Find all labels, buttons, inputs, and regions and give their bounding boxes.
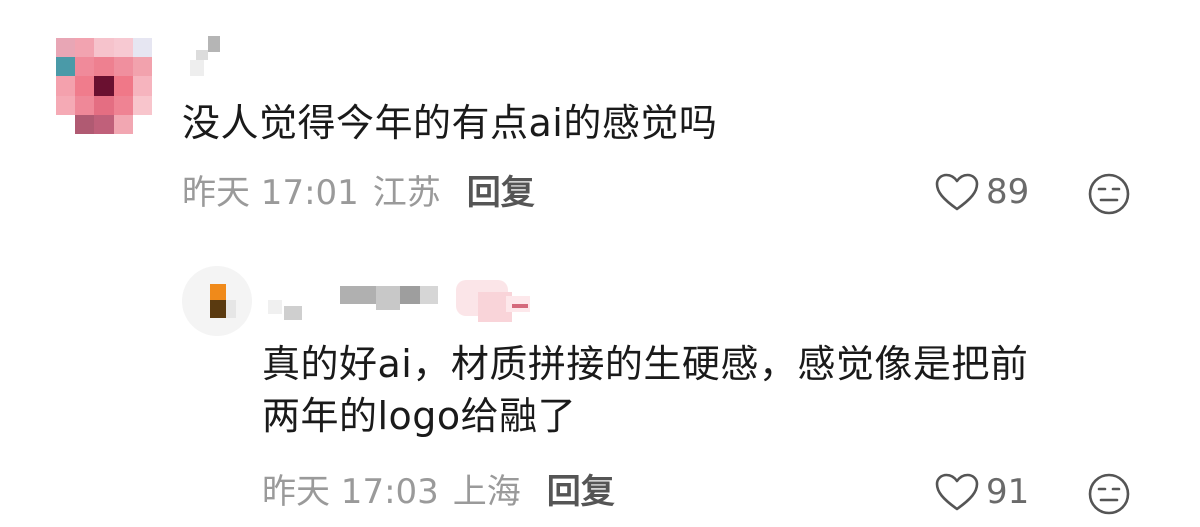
reply-like-count: 91 (986, 472, 1030, 512)
username-blurred[interactable] (190, 36, 230, 76)
like-button[interactable]: 89 (934, 172, 1029, 212)
reply-text-line2: 两年的logo给融了 (262, 394, 577, 438)
reply-avatar[interactable] (182, 266, 252, 336)
heart-outline-icon (935, 173, 979, 211)
reply-username-blurred[interactable] (262, 280, 562, 328)
heart-outline-icon (935, 473, 979, 511)
reply-meta: 昨天 17:03 上海 回复 (262, 472, 615, 512)
unhappy-face-icon[interactable] (1087, 172, 1131, 216)
comment-text: 没人觉得今年的有点ai的感觉吗 (182, 101, 718, 145)
comment-location: 江苏 (372, 173, 441, 213)
reply-button[interactable]: 回复 (467, 173, 535, 213)
reply-time: 昨天 17:03 (262, 472, 439, 512)
unhappy-face-icon[interactable] (1087, 472, 1131, 516)
avatar[interactable] (56, 38, 152, 134)
like-count: 89 (986, 172, 1030, 212)
reply-text-line1: 真的好ai，材质拼接的生硬感，感觉像是把前 (262, 342, 1029, 386)
reply-text: 真的好ai，材质拼接的生硬感，感觉像是把前 两年的logo给融了 (262, 338, 1028, 442)
reply-reply-button[interactable]: 回复 (547, 472, 615, 512)
comment-time: 昨天 17:01 (182, 173, 359, 213)
reply-like-button[interactable]: 91 (934, 472, 1029, 512)
reply-location: 上海 (452, 472, 521, 512)
comment-meta: 昨天 17:01 江苏 回复 (182, 173, 535, 213)
